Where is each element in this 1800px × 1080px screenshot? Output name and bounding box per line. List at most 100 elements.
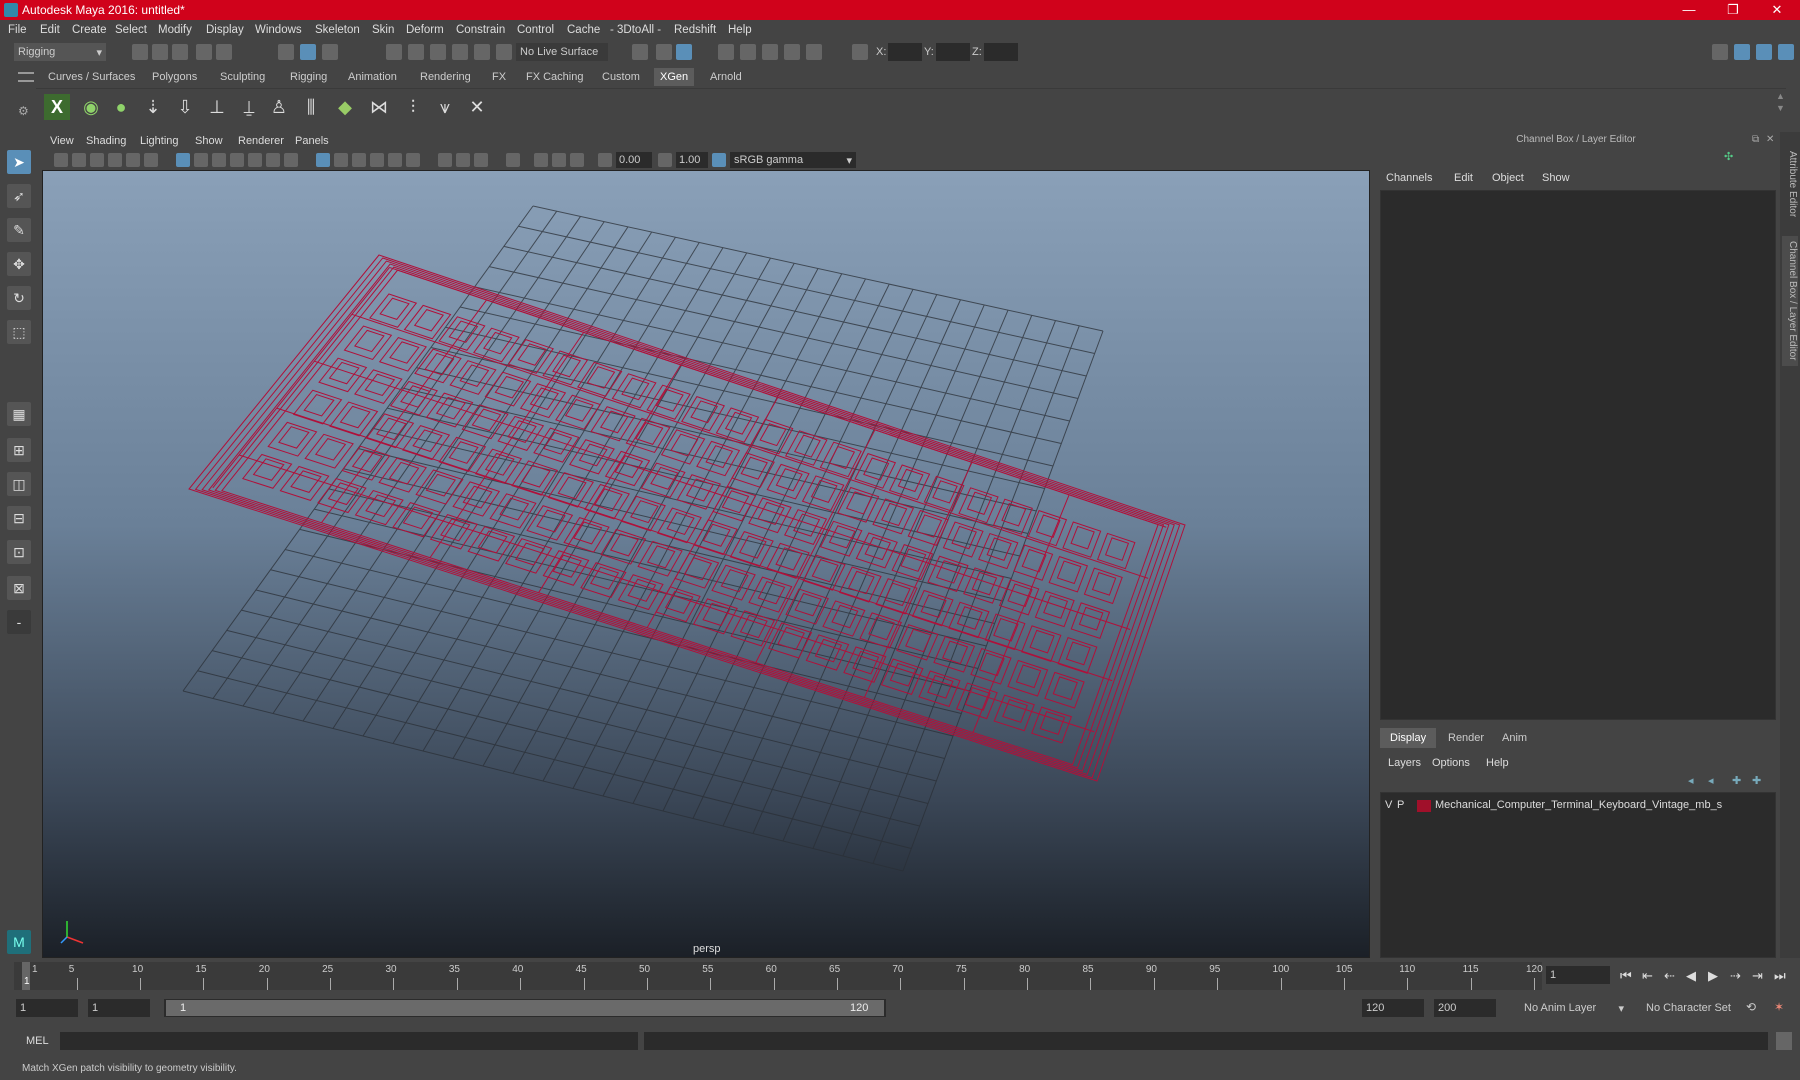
step-back-key-icon[interactable]: ⇠ [1664, 968, 1675, 984]
xgen-clump-icon[interactable]: ⩛ [432, 94, 458, 120]
new-scene-icon[interactable] [132, 44, 148, 60]
resolution-gate-icon[interactable] [212, 153, 226, 167]
anti-aliasing-icon[interactable] [474, 153, 488, 167]
viewport-menu-renderer[interactable]: Renderer [238, 135, 284, 147]
mel-label[interactable]: MEL [26, 1035, 49, 1047]
options-menu[interactable]: Options [1432, 757, 1470, 769]
film-gate-icon[interactable] [194, 153, 208, 167]
persp-outliner-layout-icon[interactable]: ⊡ [7, 540, 31, 564]
menu-file[interactable]: File [8, 24, 27, 36]
playback-end-field[interactable]: 120 [1362, 999, 1424, 1017]
render-view-icon[interactable] [718, 44, 734, 60]
new-layer-selected-icon[interactable]: ✚ [1752, 774, 1761, 787]
tab-render[interactable]: Render [1438, 728, 1494, 748]
channel-box-area[interactable] [1380, 190, 1776, 720]
tab-rigging[interactable]: Rigging [284, 68, 333, 86]
xgen-comb-icon[interactable]: ⫶ [400, 94, 426, 120]
input-ops-icon[interactable] [632, 44, 648, 60]
layer-row[interactable]: V P Mechanical_Computer_Terminal_Keyboar… [1385, 799, 1771, 815]
attribute-editor-toggle-icon[interactable] [1734, 44, 1750, 60]
hypershade-icon[interactable] [806, 44, 822, 60]
persp-graph-layout-icon[interactable]: ⊟ [7, 506, 31, 530]
xgen-delete-guides-icon[interactable]: ✕ [464, 94, 490, 120]
select-hierarchy-icon[interactable] [278, 44, 294, 60]
maximize-button[interactable]: ❐ [1712, 0, 1754, 20]
menu-edit[interactable]: Edit [40, 24, 60, 36]
select-tool-arrow-icon[interactable]: ➤ [7, 150, 31, 174]
grease-pencil-icon[interactable] [144, 153, 158, 167]
use-all-lights-icon[interactable] [388, 153, 402, 167]
float-panel-icon[interactable]: ⧉ [1752, 134, 1759, 145]
menu-control[interactable]: Control [517, 24, 554, 36]
tab-anim[interactable]: Anim [1492, 728, 1537, 748]
snap-point-icon[interactable] [430, 44, 446, 60]
layout-collapse-icon[interactable]: - [7, 610, 31, 634]
tab-fx-caching[interactable]: FX Caching [520, 68, 589, 86]
move-layer-down-icon[interactable]: ◂ [1708, 774, 1714, 787]
xgen-place-guides-icon[interactable]: ⇣ [140, 94, 166, 120]
save-scene-icon[interactable] [172, 44, 188, 60]
2d-pan-zoom-icon[interactable] [126, 153, 140, 167]
xray-joints-icon[interactable] [552, 153, 566, 167]
step-forward-key-icon[interactable]: ⇢ [1730, 968, 1741, 984]
close-button[interactable]: ✕ [1756, 0, 1798, 20]
lasso-tool-icon[interactable]: ➶ [7, 184, 31, 208]
tab-display[interactable]: Display [1380, 728, 1437, 748]
layer-visibility-toggle[interactable]: V [1385, 799, 1392, 811]
wireframe-mode-icon[interactable] [316, 153, 330, 167]
object-menu[interactable]: Object [1492, 172, 1524, 184]
safe-title-icon[interactable] [284, 153, 298, 167]
field-chart-icon[interactable] [248, 153, 262, 167]
xgen-add-guide-icon[interactable]: ⇩ [172, 94, 198, 120]
menu-skin[interactable]: Skin [372, 24, 394, 36]
z-field[interactable] [984, 43, 1018, 61]
script-editor-icon[interactable] [1776, 1032, 1792, 1050]
mel-input[interactable] [60, 1032, 638, 1050]
menu-redshift[interactable]: Redshift [674, 24, 716, 36]
channels-menu[interactable]: Channels [1386, 172, 1432, 184]
select-component-icon[interactable] [322, 44, 338, 60]
move-tool-icon[interactable]: ✥ [7, 252, 31, 276]
menu-3dtoall[interactable]: - 3DtoAll - [610, 24, 661, 36]
tab-rendering[interactable]: Rendering [414, 68, 477, 86]
xgen-guide-length-icon[interactable]: ⍊ [236, 94, 262, 120]
shelf-settings-gear-icon[interactable]: ⚙ [18, 104, 29, 118]
shelf-menu-icon[interactable] [18, 72, 34, 82]
xgen-rebuild-guides-icon[interactable]: ⫼ [298, 94, 324, 120]
xgen-create-description-icon[interactable]: ● [108, 94, 134, 120]
animation-start-field[interactable]: 1 [16, 999, 78, 1017]
animation-preferences-icon[interactable]: ✶ [1774, 1000, 1784, 1014]
new-layer-icon[interactable]: ✚ [1732, 774, 1741, 787]
safe-action-icon[interactable] [266, 153, 280, 167]
current-frame-field[interactable]: 1 [1546, 966, 1610, 984]
open-scene-icon[interactable] [152, 44, 168, 60]
tab-polygons[interactable]: Polygons [146, 68, 203, 86]
motion-blur-icon[interactable] [456, 153, 470, 167]
render-settings-icon[interactable] [784, 44, 800, 60]
redo-icon[interactable] [216, 44, 232, 60]
play-backwards-icon[interactable]: ◀ [1686, 968, 1696, 984]
screen-space-ao-icon[interactable] [438, 153, 452, 167]
xray-icon[interactable] [534, 153, 548, 167]
mode-selector[interactable]: Rigging ▾ [14, 43, 106, 61]
smooth-shade-icon[interactable] [334, 153, 348, 167]
snap-view-icon[interactable] [452, 44, 468, 60]
edit-menu[interactable]: Edit [1454, 172, 1473, 184]
menu-create[interactable]: Create [72, 24, 107, 36]
xgen-layer-icon[interactable]: ◆ [332, 94, 358, 120]
undo-icon[interactable] [196, 44, 212, 60]
side-by-side-layout-icon[interactable]: ◫ [7, 472, 31, 496]
image-plane-icon[interactable] [108, 153, 122, 167]
ipr-render-icon[interactable] [762, 44, 778, 60]
show-menu[interactable]: Show [1542, 172, 1570, 184]
time-slider[interactable]: 1 5 10 15 20 25 30 35 40 45 50 55 60 65 70 75 80 85 90 95 10… [14, 962, 1543, 990]
scale-tool-icon[interactable]: ⬚ [7, 320, 31, 344]
menu-modify[interactable]: Modify [158, 24, 192, 36]
tool-settings-icon[interactable] [1756, 44, 1772, 60]
exposure-field[interactable]: 0.00 [616, 152, 652, 168]
xray-components-icon[interactable] [570, 153, 584, 167]
camera-attributes-icon[interactable] [72, 153, 86, 167]
character-set-dropdown[interactable]: No Character Set [1642, 999, 1750, 1017]
manipulator-icon[interactable]: ✣ [1724, 150, 1733, 163]
live-surface-field[interactable]: No Live Surface [516, 43, 608, 61]
